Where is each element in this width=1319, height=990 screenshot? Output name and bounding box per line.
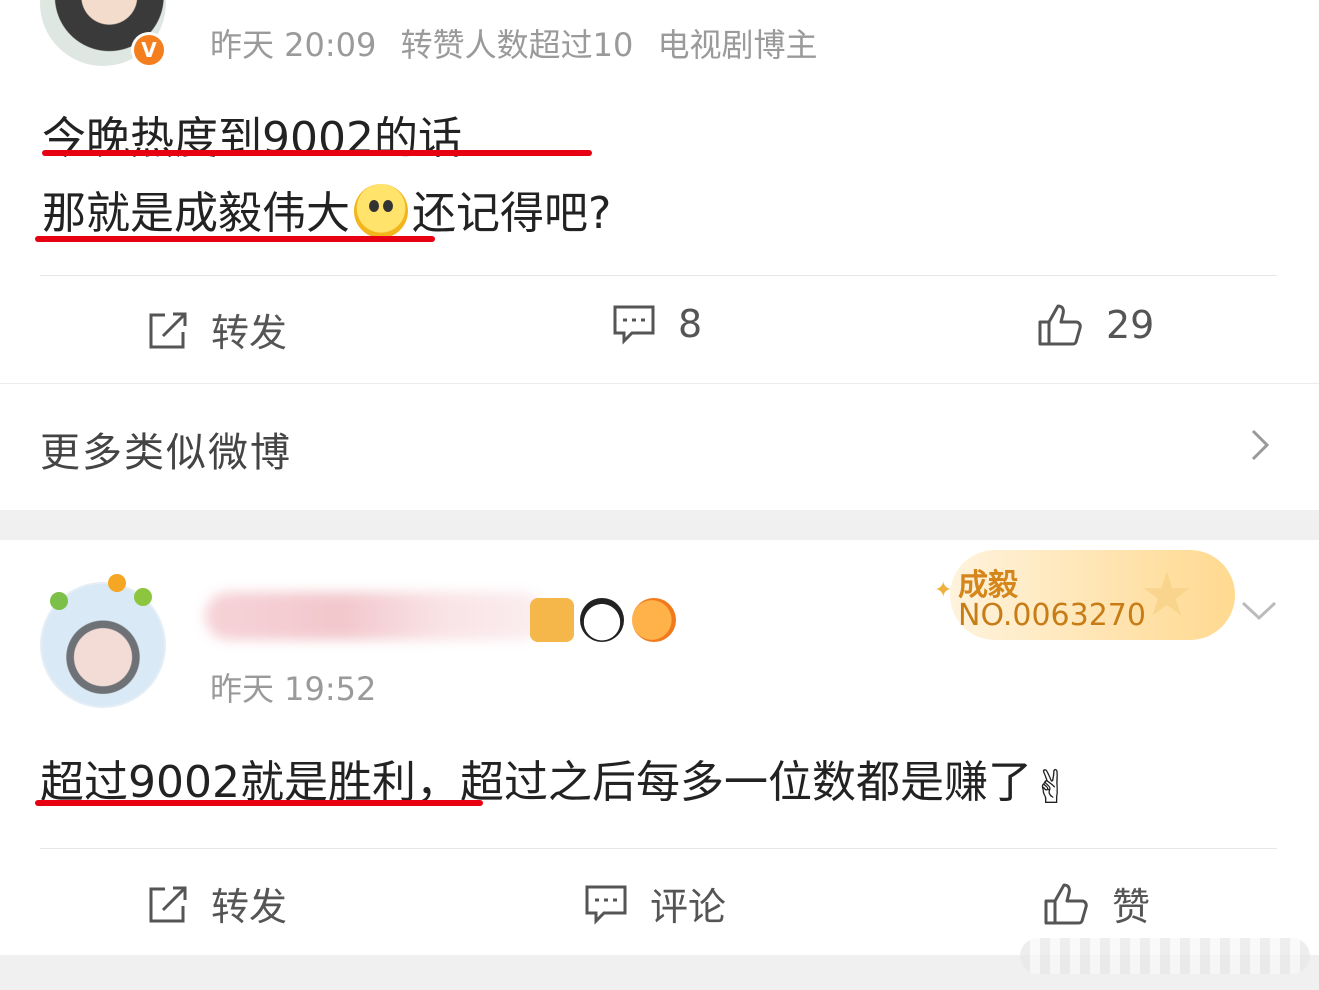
red-underline (35, 800, 483, 806)
like-label: 赞 (1112, 885, 1151, 929)
star-icon: ★ (1140, 560, 1194, 630)
comment-icon (585, 885, 627, 925)
divider (40, 848, 1277, 849)
post-text-line: 那就是成毅伟大 还记得吧? (42, 177, 611, 241)
victory-hand-emoji-icon: ✌ (1031, 760, 1071, 814)
like-button[interactable]: 赞 (1042, 876, 1150, 931)
user-tag: 电视剧博主 (657, 26, 818, 64)
repost-button[interactable]: 转发 (147, 302, 287, 357)
verified-badge-icon: V (131, 32, 167, 68)
red-underline (35, 236, 435, 242)
chevron-down-icon[interactable] (1240, 600, 1278, 622)
post-time: 昨天 20:09 (210, 26, 377, 64)
like-count: 29 (1106, 303, 1155, 347)
red-underline (42, 150, 592, 156)
comment-icon (613, 305, 655, 345)
toast-emoji-icon (530, 598, 574, 642)
post-meta: 昨天 20:09 转赞人数超过10 电视剧博主 (210, 20, 832, 66)
watermark (1020, 938, 1310, 974)
chevron-right-icon (1251, 429, 1270, 461)
post-text-segment: 还记得吧? (412, 188, 612, 239)
repost-label: 转发 (211, 885, 288, 929)
fruit-decoration-icon (108, 574, 126, 592)
more-similar-label: 更多类似微博 (40, 430, 292, 476)
repost-button[interactable]: 转发 (147, 876, 287, 931)
thumbs-up-icon (1044, 883, 1088, 924)
post-text-line: 今晚热度到9002的话 (42, 113, 462, 164)
divider (40, 275, 1277, 276)
comment-count: 8 (678, 302, 703, 346)
fish-emoji-icon (632, 598, 676, 642)
fruit-decoration-icon (50, 592, 68, 610)
comment-label: 评论 (650, 885, 727, 929)
username-blurred[interactable] (205, 592, 545, 640)
repost-note: 转赞人数超过10 (400, 26, 634, 64)
panda-emoji-icon (580, 598, 624, 642)
fruit-decoration-icon (134, 588, 152, 606)
post-text-segment: ，超过之后每多一位数都是赚了 (415, 757, 1032, 808)
post-text-segment: 那就是成毅伟大 (42, 188, 350, 239)
sparkle-icon: ✦ (934, 578, 953, 603)
like-button[interactable]: 29 (1036, 302, 1154, 348)
section-separator (0, 510, 1319, 540)
post-time: 昨天 19:52 (210, 670, 377, 708)
thumbs-up-icon (1038, 304, 1082, 346)
repost-icon (149, 312, 187, 348)
comment-button[interactable]: 8 (612, 302, 702, 346)
fan-badge-number: NO.0063270 (958, 598, 1146, 633)
repost-label: 转发 (211, 311, 288, 355)
comment-button[interactable]: 评论 (584, 876, 726, 931)
thinking-face-emoji-icon (354, 184, 408, 238)
repost-icon (149, 886, 187, 922)
